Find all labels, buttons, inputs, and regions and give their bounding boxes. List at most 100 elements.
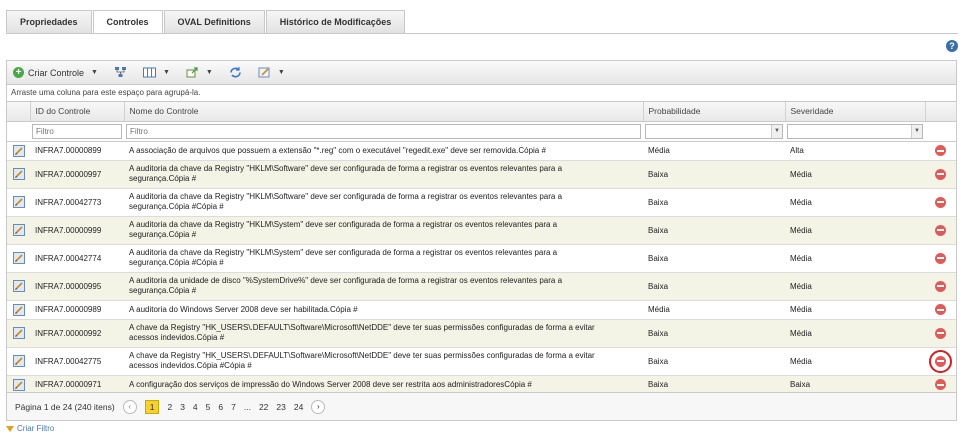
columns-button[interactable]: ▼ xyxy=(142,67,170,78)
create-filter-link[interactable]: Criar Filtro xyxy=(6,424,54,433)
group-by-area[interactable]: Arraste uma coluna para este espaço para… xyxy=(7,85,956,102)
hierarchy-icon xyxy=(114,67,126,77)
delete-icon[interactable] xyxy=(935,280,946,292)
page-link[interactable]: 24 xyxy=(294,402,303,412)
cell-severity: Alta xyxy=(785,141,925,161)
header-id[interactable]: ID do Controle xyxy=(30,102,125,122)
edit-icon xyxy=(258,67,270,78)
table-row[interactable]: INFRA7.00000999 A auditoria da chave da R… xyxy=(7,216,956,245)
create-filter-label: Criar Filtro xyxy=(17,424,55,433)
cell-severity: Média xyxy=(785,160,925,189)
table-row[interactable]: INFRA7.00042773 A auditoria da chave da R… xyxy=(7,188,956,217)
edit-icon[interactable] xyxy=(12,378,25,391)
edit-icon[interactable] xyxy=(12,327,25,339)
delete-icon[interactable] xyxy=(935,224,946,236)
cell-severity: Média xyxy=(785,347,925,376)
table-row[interactable]: INFRA7.00000995 A auditoria da unidade de… xyxy=(7,272,956,301)
cell-name: A chave da Registry "HK_USERS\.DEFAULT\S… xyxy=(124,347,643,376)
delete-icon[interactable] xyxy=(935,379,946,390)
cell-id: INFRA7.00000899 xyxy=(30,141,124,161)
edit-icon[interactable] xyxy=(12,280,25,292)
header-probability[interactable]: Probabilidade xyxy=(643,102,786,122)
pager-info: Página 1 de 24 (240 itens) xyxy=(15,401,115,412)
cell-probability: Baixa xyxy=(643,272,785,301)
filter-name-input[interactable] xyxy=(126,123,641,139)
tab-controles[interactable]: Controles xyxy=(92,10,163,34)
table-body: INFRA7.00000899 A associação de arquivos … xyxy=(7,141,956,395)
tab-propriedades[interactable]: Propriedades xyxy=(6,10,92,33)
refresh-button[interactable] xyxy=(229,67,242,78)
cell-name: A chave da Registry "HK_USERS\.DEFAULT\S… xyxy=(124,319,643,348)
header-name[interactable]: Nome do Controle xyxy=(124,102,644,122)
delete-icon[interactable] xyxy=(935,304,946,315)
page-link[interactable]: 23 xyxy=(276,402,285,412)
edit-icon[interactable] xyxy=(12,224,25,236)
delete-icon[interactable] xyxy=(935,168,946,180)
cell-name: A auditoria da chave da Registry "HKLM\S… xyxy=(124,244,643,273)
cell-severity: Média xyxy=(785,300,925,320)
filter-row: ▼ ▼ xyxy=(7,121,956,142)
page-list: 1 2 3 4 5 6 7... 22 23 24 xyxy=(141,399,308,414)
cell-severity: Média xyxy=(785,188,925,217)
cell-probability: Média xyxy=(643,141,785,161)
create-control-button[interactable]: + Criar Controle ▼ xyxy=(13,67,98,78)
edit-options-button[interactable]: ▼ xyxy=(258,67,285,78)
create-control-label: Criar Controle xyxy=(28,67,85,78)
tab-oval-definitions[interactable]: OVAL Definitions xyxy=(163,10,265,33)
table-row[interactable]: INFRA7.00042775 A chave da Registry "HK_U… xyxy=(7,347,956,376)
chevron-down-icon: ▼ xyxy=(277,69,285,76)
page-link[interactable]: 2 xyxy=(167,402,172,412)
cell-name: A auditoria da chave da Registry "HKLM\S… xyxy=(124,216,643,245)
delete-icon[interactable] xyxy=(935,196,946,208)
page-link[interactable]: 5 xyxy=(206,402,211,412)
filter-severity-select[interactable]: ▼ xyxy=(787,123,923,139)
cell-probability: Baixa xyxy=(643,160,785,189)
cell-id: INFRA7.00000995 xyxy=(30,272,124,301)
delete-icon[interactable] xyxy=(935,327,946,339)
delete-icon[interactable] xyxy=(935,145,946,156)
cell-probability: Baixa xyxy=(643,216,785,245)
page-link[interactable]: 1 xyxy=(144,399,160,414)
edit-icon[interactable] xyxy=(12,144,25,157)
edit-icon[interactable] xyxy=(12,196,25,208)
cell-id: INFRA7.00000997 xyxy=(30,160,124,189)
edit-icon[interactable] xyxy=(12,355,25,367)
page-link[interactable]: 4 xyxy=(193,402,198,412)
prev-page-icon[interactable]: ‹ xyxy=(122,399,137,414)
edit-icon[interactable] xyxy=(12,303,25,316)
cell-probability: Baixa xyxy=(643,188,785,217)
cell-probability: Baixa xyxy=(643,347,785,376)
page-link[interactable]: 6 xyxy=(218,402,223,412)
cell-name: A auditoria da chave da Registry "HKLM\S… xyxy=(124,160,643,189)
table-row[interactable]: INFRA7.00000997 A auditoria da chave da R… xyxy=(7,160,956,189)
table-row[interactable]: INFRA7.00000989 A auditoria do Windows Se… xyxy=(7,300,956,320)
cell-probability: Média xyxy=(643,300,785,320)
cell-name: A associação de arquivos que possuem a e… xyxy=(124,141,643,161)
edit-icon[interactable] xyxy=(12,252,25,264)
cell-severity: Média xyxy=(785,244,925,273)
table-row[interactable]: INFRA7.00042774 A auditoria da chave da R… xyxy=(7,244,956,273)
next-page-icon[interactable]: › xyxy=(311,399,326,414)
delete-icon[interactable] xyxy=(929,349,952,373)
hierarchy-button[interactable] xyxy=(114,67,127,78)
cell-probability: Baixa xyxy=(643,244,785,273)
columns-icon xyxy=(142,67,156,78)
refresh-icon xyxy=(230,67,241,78)
table-row[interactable]: INFRA7.00000992 A chave da Registry "HK_U… xyxy=(7,319,956,348)
filter-id-input[interactable] xyxy=(32,123,122,139)
page-link[interactable]: 7 xyxy=(231,402,236,412)
chevron-down-icon: ▼ xyxy=(91,69,98,76)
cell-id: INFRA7.00000992 xyxy=(30,319,124,348)
tab-historico[interactable]: Histórico de Modificações xyxy=(265,10,406,33)
edit-icon[interactable] xyxy=(12,168,25,180)
page-ellipsis: ... xyxy=(243,401,251,412)
cell-name: A auditoria da unidade de disco "%System… xyxy=(124,272,643,301)
export-button[interactable]: ▼ xyxy=(186,67,213,78)
page-link[interactable]: 22 xyxy=(259,402,268,412)
help-icon[interactable]: ? xyxy=(946,40,958,52)
header-severity[interactable]: Severidade xyxy=(785,102,926,122)
page-link[interactable]: 3 xyxy=(180,402,185,412)
delete-icon[interactable] xyxy=(935,252,946,264)
table-row[interactable]: INFRA7.00000899 A associação de arquivos … xyxy=(7,141,956,161)
filter-probability-select[interactable]: ▼ xyxy=(645,123,783,139)
